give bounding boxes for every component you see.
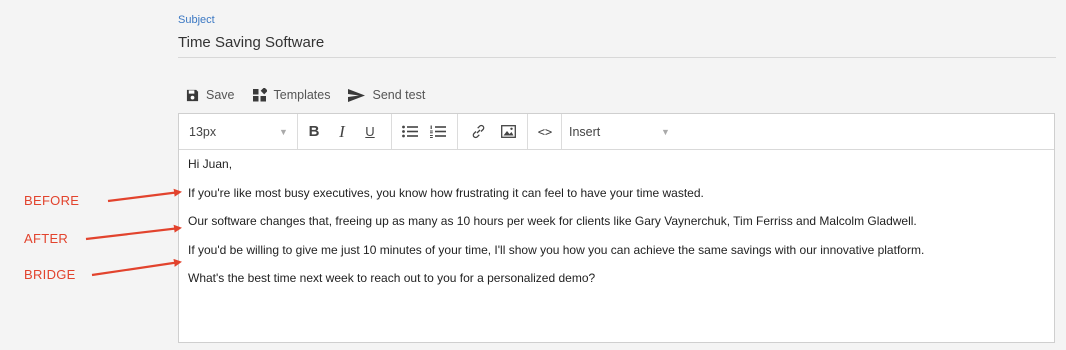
email-paragraph-cta: What's the best time next week to reach …: [188, 271, 596, 285]
image-icon: [500, 125, 516, 138]
numbered-list-button[interactable]: [427, 114, 449, 149]
toolbar-divider: [561, 114, 562, 149]
action-bar: Save Templates Send test: [186, 86, 443, 104]
numbered-list-icon: [430, 125, 446, 138]
arrow-after: [85, 224, 182, 241]
underline-button[interactable]: U: [359, 114, 381, 149]
templates-icon: [252, 88, 267, 102]
link-icon: [472, 124, 484, 139]
arrow-bridge: [91, 258, 182, 277]
toolbar-divider: [391, 114, 392, 149]
email-greeting: Hi Juan,: [188, 157, 233, 171]
insert-image-button[interactable]: [497, 114, 519, 149]
send-test-label: Send test: [372, 88, 426, 102]
templates-label: Templates: [273, 88, 331, 102]
annotation-bridge: BRIDGE: [24, 267, 76, 282]
arrow-before: [107, 188, 182, 203]
chevron-down-icon: ▼: [279, 127, 288, 137]
annotation-after: AFTER: [24, 231, 69, 246]
email-editor: 13px ▼ B I U <> Insert ▼ Hi Juan, If you…: [178, 113, 1055, 343]
bulleted-list-button[interactable]: [399, 114, 421, 149]
templates-button[interactable]: Templates: [252, 88, 331, 102]
save-icon: [186, 89, 199, 101]
source-code-button[interactable]: <>: [533, 114, 557, 149]
bold-button[interactable]: B: [303, 114, 325, 149]
toolbar-divider: [527, 114, 528, 149]
italic-button[interactable]: I: [331, 114, 353, 149]
send-test-button[interactable]: Send test: [348, 88, 425, 102]
font-size-value: 13px: [189, 124, 217, 139]
insert-label: Insert: [569, 124, 601, 139]
email-body[interactable]: Hi Juan, If you're like most busy execut…: [179, 150, 1054, 309]
toolbar-divider: [297, 114, 298, 149]
save-button[interactable]: Save: [186, 88, 235, 102]
email-paragraph-after: Our software changes that, freeing up as…: [188, 214, 917, 228]
email-paragraph-before: If you're like most busy executives, you…: [188, 185, 704, 200]
toolbar-divider: [457, 114, 458, 149]
insert-select[interactable]: Insert ▼: [569, 114, 670, 149]
subject-field[interactable]: Time Saving Software: [178, 34, 324, 51]
subject-underline: [178, 57, 1056, 58]
font-size-select[interactable]: 13px ▼: [189, 114, 299, 149]
send-icon: [348, 88, 366, 102]
bulleted-list-icon: [402, 125, 418, 138]
annotation-before: BEFORE: [24, 193, 80, 208]
save-label: Save: [206, 88, 235, 102]
formatting-toolbar: 13px ▼ B I U <> Insert ▼: [179, 114, 1054, 150]
email-paragraph-bridge: If you'd be willing to give me just 10 m…: [188, 242, 925, 257]
insert-link-button[interactable]: [467, 114, 489, 149]
subject-label: Subject: [178, 14, 215, 26]
chevron-down-icon: ▼: [661, 127, 670, 137]
